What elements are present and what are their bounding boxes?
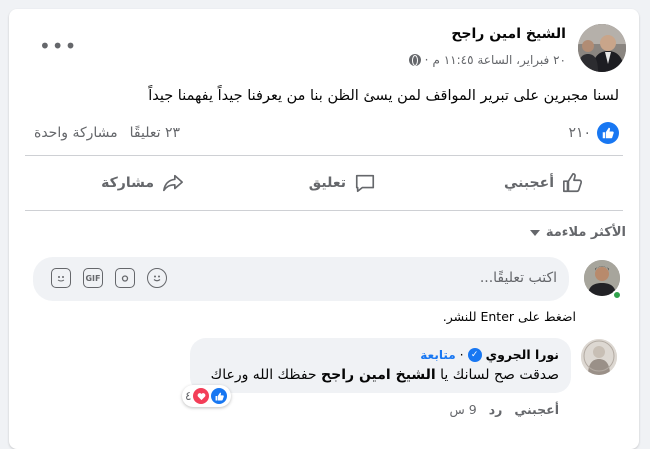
more-options-button[interactable]: ••• — [39, 34, 77, 58]
love-icon — [193, 388, 210, 404]
thumbs-up-icon — [563, 173, 583, 193]
mention-link[interactable]: الشيخ امين راجح — [321, 367, 436, 383]
commenter-header: نورا الجروي ✓ · متابعة — [420, 347, 559, 362]
comment-placeholder: اكتب تعليقًا... — [479, 270, 557, 286]
divider — [25, 155, 623, 156]
like-icon — [211, 388, 228, 404]
sort-label: الأكثر ملاءمة — [545, 225, 626, 240]
like-button[interactable]: أعجبني — [504, 172, 584, 194]
divider — [25, 210, 623, 211]
like-icon — [597, 122, 619, 144]
post-card: الشيخ امين راجح ٢٠ فبراير، الساعة ١١:٤٥ … — [9, 9, 639, 449]
emoji-icon[interactable] — [147, 268, 167, 288]
comment-icon — [355, 174, 375, 193]
follow-button[interactable]: متابعة — [420, 348, 455, 362]
likes-count: ٢١٠ — [568, 125, 591, 141]
post-text: لسنا مجبرين على تبرير المواقف لمن يسئ ال… — [148, 88, 619, 104]
commenter-avatar[interactable] — [581, 339, 617, 375]
share-button[interactable]: مشاركة — [101, 172, 184, 194]
commenter-name[interactable]: نورا الجروي — [486, 347, 559, 362]
gif-icon[interactable]: GIF — [83, 268, 103, 288]
shares-count[interactable]: مشاركة واحدة — [34, 125, 118, 141]
comment-text: صدقت صح لسانك يا الشيخ امين راجح حفظك ال… — [211, 367, 559, 383]
verified-badge-icon: ✓ — [467, 347, 482, 362]
share-icon — [163, 174, 183, 192]
sticker-icon[interactable] — [51, 268, 71, 288]
comments-count[interactable]: ٢٣ تعليقًا — [130, 125, 180, 141]
comment-time[interactable]: 9 س — [450, 402, 477, 417]
author-avatar[interactable] — [578, 24, 626, 72]
comment-reactions[interactable]: ٤ — [182, 385, 232, 407]
comment-tools: GIF — [51, 268, 167, 288]
comments-sort-dropdown[interactable]: الأكثر ملاءمة — [529, 225, 626, 240]
camera-icon[interactable] — [115, 268, 135, 288]
share-label: مشاركة — [101, 175, 154, 191]
comment-text-end: حفظك الله ورعاك — [210, 367, 322, 383]
reactions-summary[interactable]: ٢١٠ — [568, 122, 619, 144]
comment-text-start: صدقت صح لسانك يا — [435, 367, 559, 383]
comment-reply-button[interactable]: رد — [489, 402, 503, 417]
post-meta: ٢٠ فبراير، الساعة ١١:٤٥ م · — [408, 53, 566, 67]
globe-icon — [408, 54, 421, 66]
comment-bubble: نورا الجروي ✓ · متابعة صدقت صح لسانك يا … — [182, 338, 571, 407]
post-stats: ٢٣ تعليقًا مشاركة واحدة — [34, 125, 180, 141]
comment-label: تعليق — [308, 175, 346, 191]
comment-like-button[interactable]: أعجبني — [514, 402, 559, 417]
post-date[interactable]: ٢٠ فبراير، الساعة ١١:٤٥ م — [432, 53, 566, 67]
comment-actions: أعجبني رد 9 س — [450, 402, 560, 417]
comment-reactions-count: ٤ — [185, 389, 192, 403]
post-hint: اضغط على Enter للنشر. — [442, 309, 576, 324]
comment-button[interactable]: تعليق — [309, 172, 376, 194]
author-name[interactable]: الشيخ امين راجح — [451, 26, 566, 42]
like-label: أعجبني — [503, 175, 554, 191]
online-status-dot — [612, 290, 622, 300]
chevron-down-icon — [529, 229, 540, 236]
comment-input[interactable]: اكتب تعليقًا... GIF — [33, 257, 569, 301]
